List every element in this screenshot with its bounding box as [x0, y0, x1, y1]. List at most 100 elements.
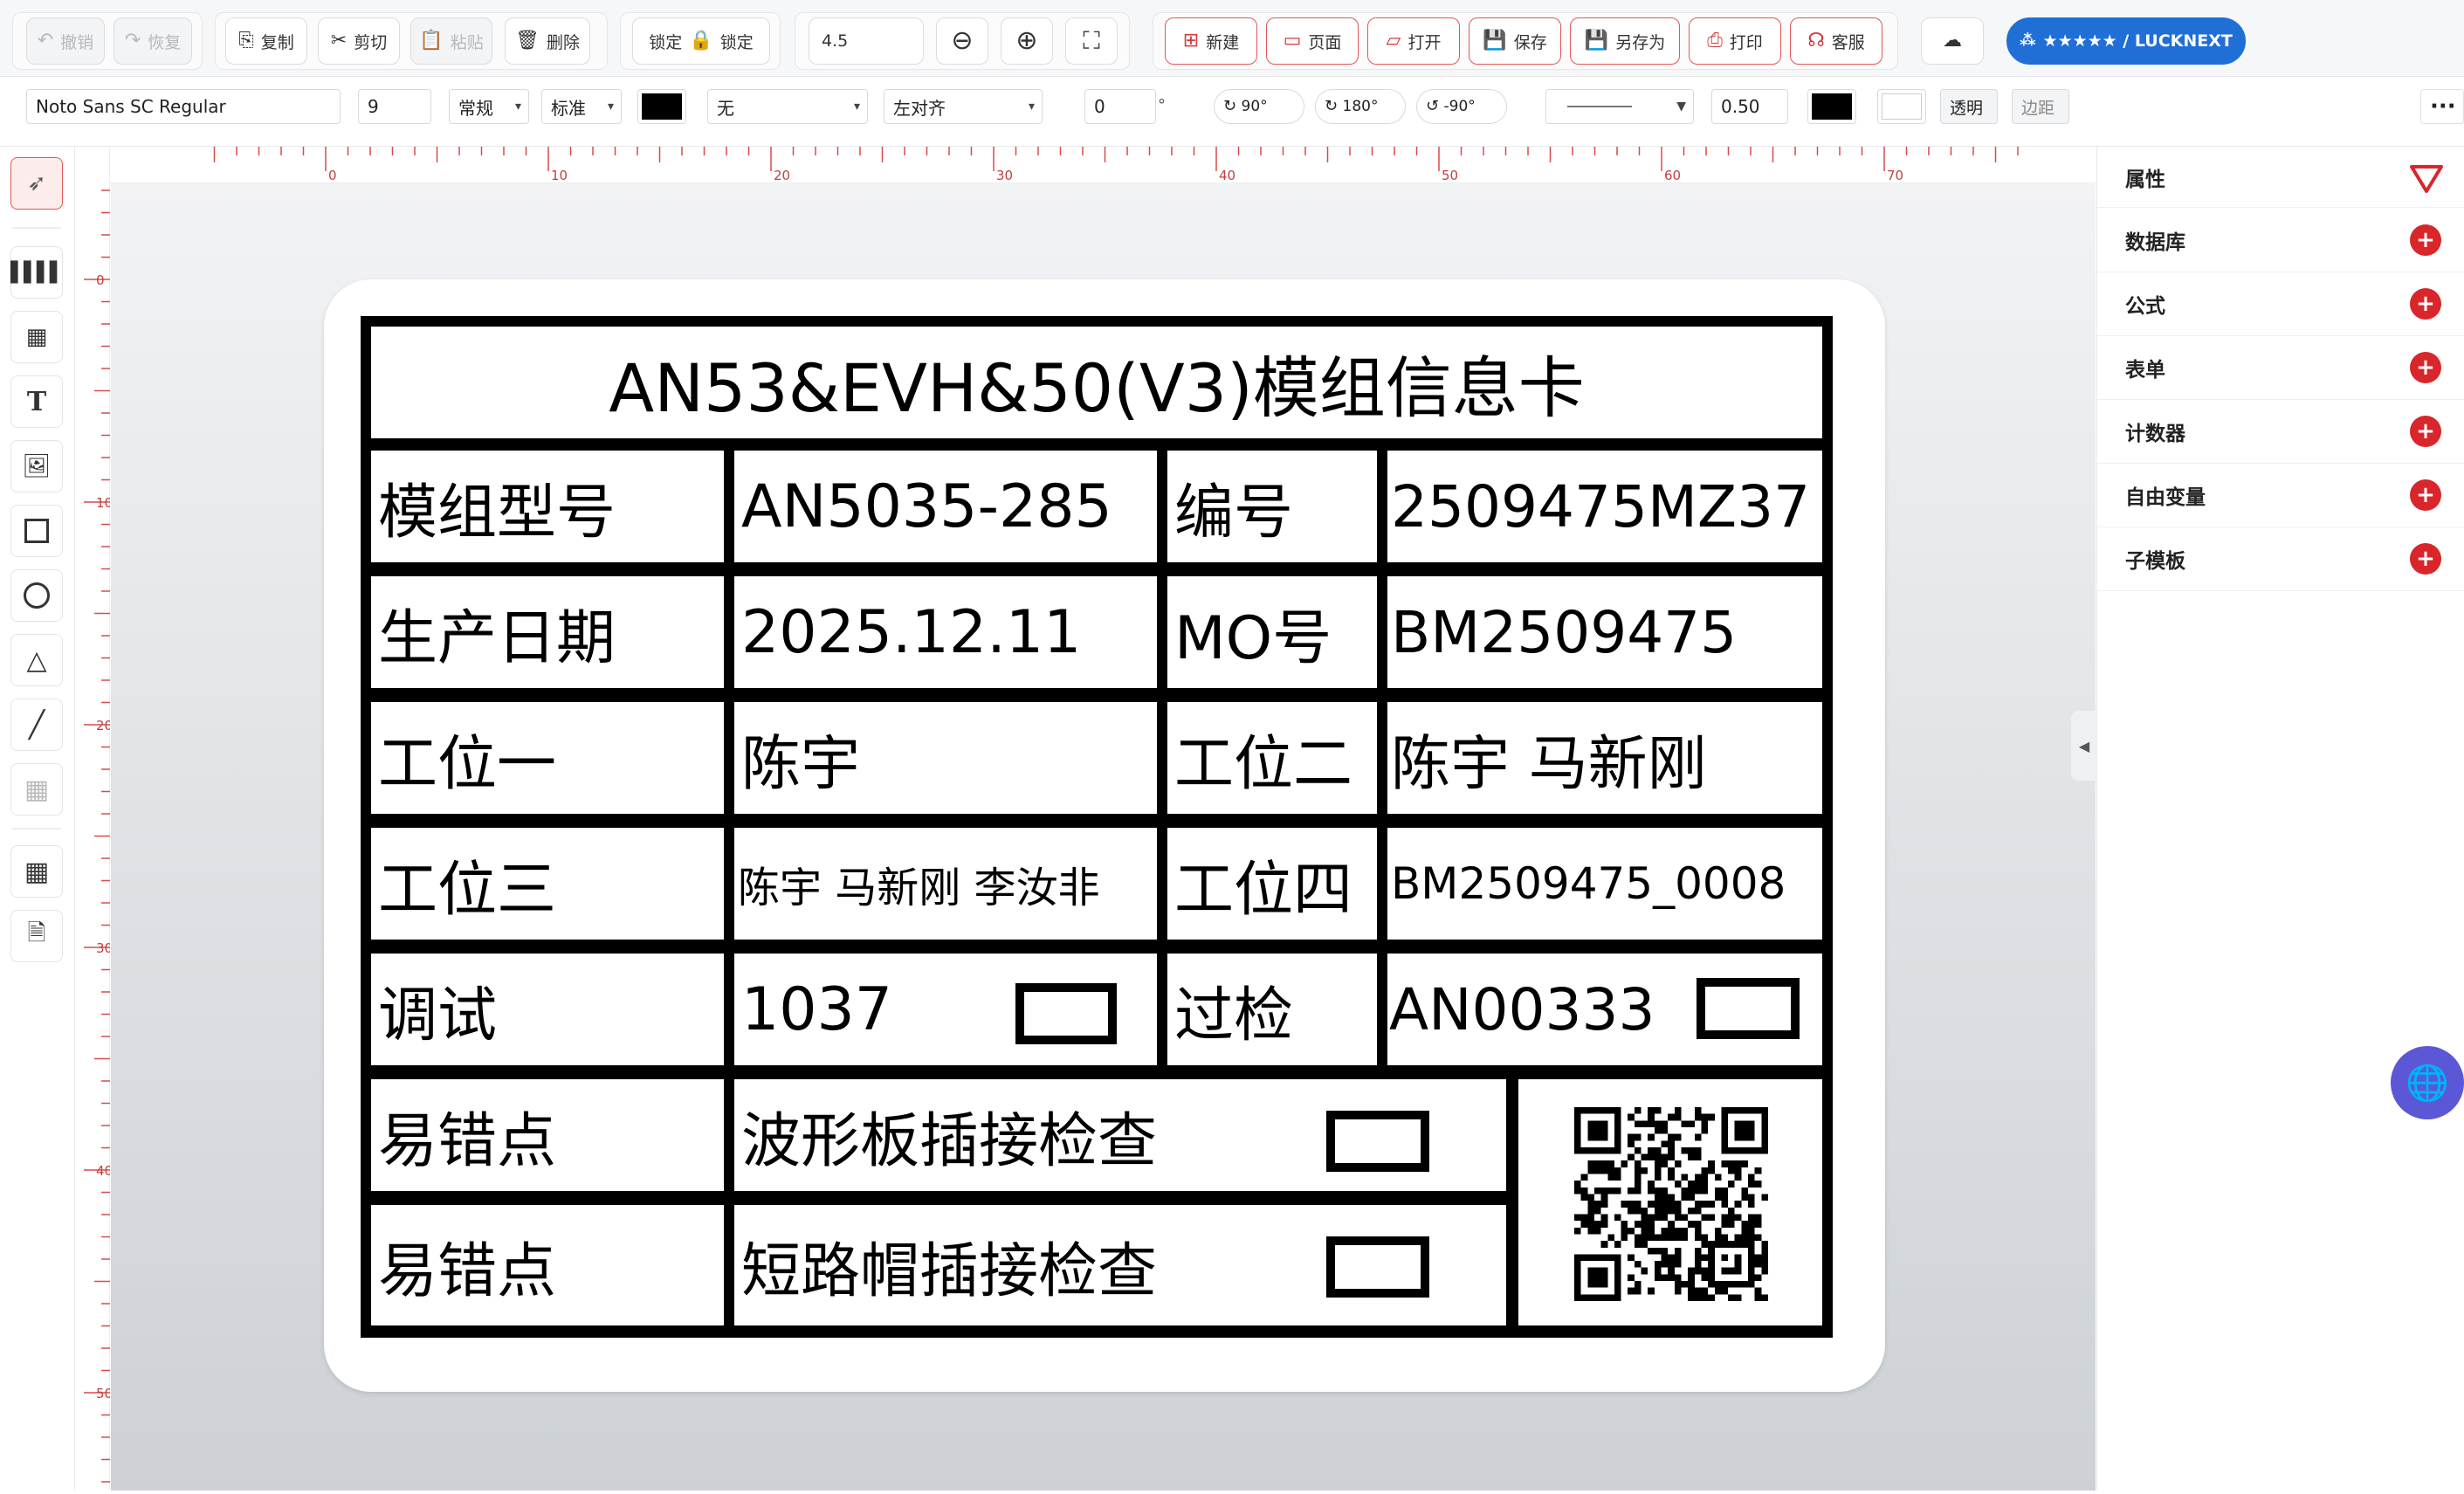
cell-r2c2[interactable]: 2025.12.11 — [734, 576, 1157, 688]
font-weight-select[interactable]: 常规 ▾ — [449, 89, 529, 124]
cell-r4c4[interactable]: BM2509475_0008 — [1387, 828, 1822, 940]
plus-icon[interactable]: + — [2410, 479, 2441, 511]
plus-icon[interactable]: + — [2410, 543, 2441, 575]
margin-button[interactable]: 边距 — [2012, 89, 2069, 124]
cell-r2c1[interactable]: 生产日期 — [371, 576, 724, 688]
cell-r1c2[interactable]: AN5035-285 — [734, 451, 1157, 562]
grid-tool[interactable]: ▦ — [10, 845, 63, 898]
brand-button[interactable]: ⁂ ★★★★★ / LUCKNEXT — [2006, 17, 2246, 65]
check-box[interactable] — [1326, 1236, 1429, 1298]
triangle-tool[interactable]: △ — [10, 634, 63, 686]
open-button[interactable]: ▱ 打开 — [1367, 17, 1460, 65]
cut-button[interactable]: ✂ 剪切 — [318, 17, 400, 65]
cell-r1c3[interactable]: 编号 — [1167, 451, 1377, 562]
save-as-button[interactable]: 💾 另存为 — [1570, 17, 1680, 65]
redo-button[interactable]: ↷ 恢复 — [114, 17, 192, 65]
font-family-select[interactable]: Noto Sans SC Regular — [26, 89, 341, 124]
plus-icon[interactable]: + — [2410, 352, 2441, 383]
angle-input[interactable]: 0 — [1084, 89, 1156, 124]
check-box[interactable] — [1697, 978, 1800, 1039]
zoom-in-button[interactable]: ⊕ — [1001, 17, 1053, 65]
cloud-button[interactable]: ☁ — [1921, 17, 1984, 65]
cell-r4c2[interactable]: 陈宇 马新刚 李汝非 — [734, 828, 1157, 940]
cell-r6c1[interactable]: 易错点 — [371, 1079, 724, 1191]
panel-item-subtemplate[interactable]: 子模板 + — [2097, 527, 2464, 591]
rotate-minus-90-button[interactable]: ↺ -90° — [1416, 89, 1507, 124]
pdf-tool[interactable]: 🗎 — [10, 910, 63, 962]
qr-module — [1634, 1207, 1642, 1215]
delete-button[interactable]: 🗑 删除 — [505, 17, 590, 65]
decoration-select[interactable]: 无 ▾ — [707, 89, 868, 124]
cell-r3c4[interactable]: 陈宇 马新刚 — [1387, 702, 1822, 814]
cell-r4c3[interactable]: 工位四 — [1167, 828, 1377, 940]
qr-module — [1761, 1261, 1768, 1268]
transparent-button[interactable]: 透明 — [1940, 89, 1998, 124]
plus-icon[interactable]: + — [2410, 416, 2441, 447]
panel-header[interactable]: 属性 — [2097, 147, 2464, 208]
cell-r7c1[interactable]: 易错点 — [371, 1205, 724, 1325]
select-tool[interactable]: ➶ — [10, 157, 63, 210]
text-color-picker[interactable] — [637, 89, 686, 124]
fill-color-picker[interactable] — [1877, 89, 1926, 124]
panel-item-variable[interactable]: 自由变量 + — [2097, 464, 2464, 527]
service-button[interactable]: ☊ 客服 — [1790, 17, 1882, 65]
qr-module — [1688, 1153, 1695, 1161]
panel-item-form[interactable]: 表单 + — [2097, 336, 2464, 400]
cell-r1c1[interactable]: 模组型号 — [371, 451, 724, 562]
line-tool[interactable]: ╱ — [10, 699, 63, 751]
table-tool[interactable]: ▦ — [10, 763, 63, 816]
collapse-panel-handle[interactable]: ◀ — [2071, 711, 2097, 781]
cell-r2c3[interactable]: MO号 — [1167, 576, 1377, 688]
ellipse-tool[interactable] — [10, 569, 63, 622]
panel-item-formula[interactable]: 公式 + — [2097, 272, 2464, 336]
copy-button[interactable]: ⎘ 复制 — [225, 17, 307, 65]
panel-item-counter[interactable]: 计数器 + — [2097, 400, 2464, 464]
lock-button[interactable]: 锁定 🔒 锁定 — [632, 17, 770, 65]
qr-code-icon[interactable] — [1574, 1107, 1768, 1301]
cell-r5c1[interactable]: 调试 — [371, 954, 724, 1065]
line-style-select[interactable]: ▼ — [1545, 89, 1694, 124]
check-box[interactable] — [1015, 983, 1117, 1044]
zoom-input[interactable]: 4.5 — [809, 17, 924, 65]
print-button[interactable]: ⎙ 打印 — [1689, 17, 1781, 65]
more-options-button[interactable]: ··· — [2420, 89, 2464, 124]
stroke-width-input[interactable]: 0.50 — [1711, 89, 1788, 124]
new-button[interactable]: ⊞ 新建 — [1165, 17, 1257, 65]
rotate-180-button[interactable]: ↻ 180° — [1315, 89, 1406, 124]
plus-icon[interactable]: + — [2410, 224, 2441, 256]
barcode-tool[interactable]: ▌▌▌▌ — [10, 246, 65, 299]
cell-r5c3[interactable]: 过检 — [1167, 954, 1377, 1065]
fit-screen-button[interactable]: ⛶ — [1065, 17, 1118, 65]
cell-r1c4[interactable]: 2509475MZ37 — [1387, 451, 1822, 562]
image-tool[interactable]: 🖼 — [10, 440, 63, 492]
font-size-input[interactable]: 9 — [358, 89, 431, 124]
plus-icon[interactable]: + — [2410, 288, 2441, 320]
zoom-out-button[interactable]: ⊖ — [936, 17, 988, 65]
rotate-90-button[interactable]: ↻ 90° — [1214, 89, 1304, 124]
stroke-color-picker[interactable] — [1807, 89, 1856, 124]
qr-module — [1648, 1221, 1655, 1228]
cell-r3c3[interactable]: 工位二 — [1167, 702, 1377, 814]
save-button[interactable]: 💾 保存 — [1469, 17, 1561, 65]
qrcode-tool[interactable]: ▦ — [10, 311, 63, 363]
letter-spacing-select[interactable]: 标准 ▾ — [541, 89, 622, 124]
rectangle-tool[interactable] — [10, 505, 63, 557]
cell-r2c4[interactable]: BM2509475 — [1387, 576, 1822, 688]
check-box[interactable] — [1326, 1111, 1429, 1172]
paste-button[interactable]: 📋 粘贴 — [410, 17, 492, 65]
panel-item-database[interactable]: 数据库 + — [2097, 209, 2464, 272]
translate-float-button[interactable]: 🌐 — [2391, 1046, 2464, 1119]
text-tool[interactable]: T — [10, 375, 63, 428]
filter-triangle-icon[interactable] — [2409, 164, 2444, 194]
qr-module — [1701, 1234, 1709, 1242]
fullscreen-icon: ⛶ — [1083, 26, 1100, 55]
cell-r3c1[interactable]: 工位一 — [371, 702, 724, 814]
align-select[interactable]: 左对齐 ▾ — [884, 89, 1043, 124]
qr-module — [1674, 1133, 1682, 1141]
page-button[interactable]: ▭ 页面 — [1266, 17, 1359, 65]
label-title[interactable]: AN53&EVH&50(V3)模组信息卡 — [371, 327, 1822, 438]
cell-r4c1[interactable]: 工位三 — [371, 828, 724, 940]
cell-r3c2[interactable]: 陈宇 — [734, 702, 1157, 814]
qr-module — [1701, 1274, 1709, 1282]
undo-button[interactable]: ↶ 撤销 — [26, 17, 105, 65]
